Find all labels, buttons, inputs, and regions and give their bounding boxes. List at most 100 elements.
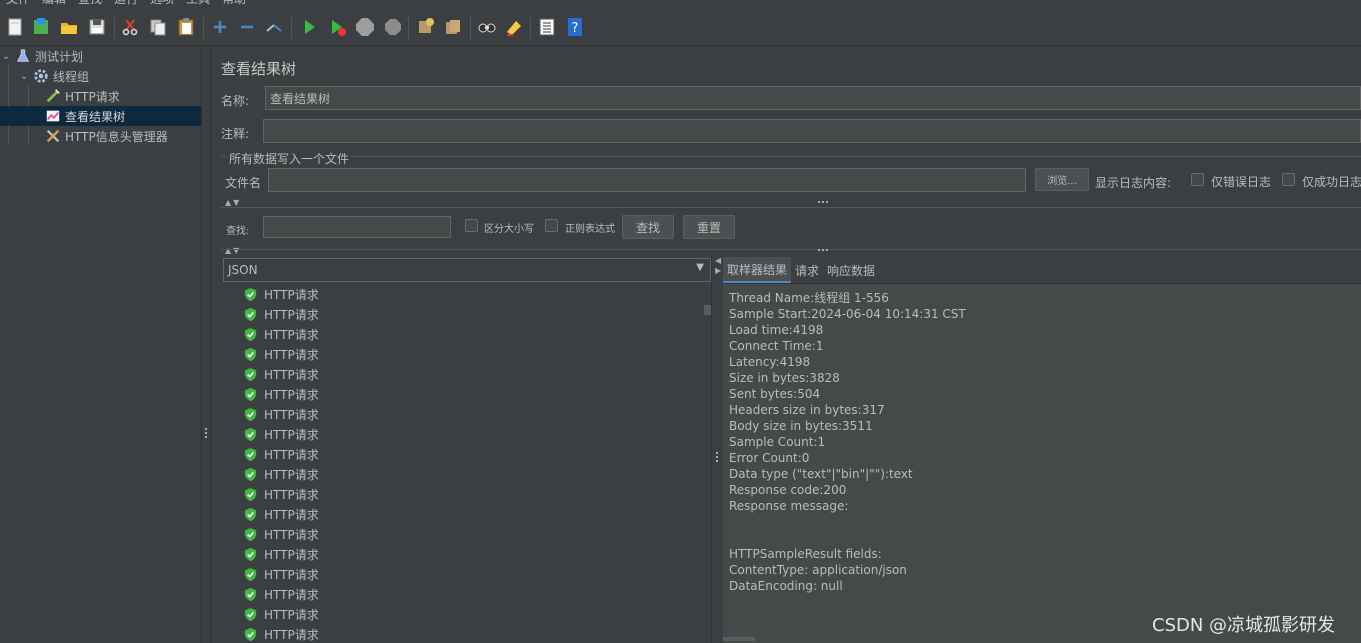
result-item-label: HTTP请求	[264, 427, 319, 442]
tree-node-view-results-tree[interactable]: 查看结果树	[0, 106, 201, 126]
search-icon[interactable]	[476, 16, 498, 38]
detail-line: Body size in bytes:3511	[729, 419, 873, 433]
detail-line: Sample Start:2024-06-04 10:14:31 CST	[729, 307, 966, 321]
success-shield-icon	[244, 587, 257, 601]
case-sensitive-label: 区分大小写	[484, 224, 534, 235]
result-item-label: HTTP请求	[264, 607, 319, 622]
collapse-arrows-icon[interactable]: ▲▼	[225, 246, 241, 255]
start-no-pause-icon[interactable]	[326, 16, 348, 38]
detail-line: Sent bytes:504	[729, 387, 821, 401]
cut-icon[interactable]	[119, 16, 141, 38]
detail-line: Thread Name:线程组 1-556	[729, 291, 889, 305]
detail-scrollbar-thumb[interactable]	[723, 637, 755, 641]
find-button[interactable]: 查找	[622, 215, 674, 239]
result-item[interactable]: HTTP请求	[243, 584, 319, 604]
arrow-left-icon[interactable]: ◀	[715, 256, 721, 265]
tree-node-test-plan[interactable]: ⌄ 测试计划	[2, 46, 83, 66]
browse-button[interactable]: 浏览...	[1035, 168, 1089, 191]
menu-edit[interactable]: 编辑	[36, 0, 72, 8]
filename-field[interactable]	[268, 168, 1026, 192]
collapse-arrows-icon[interactable]: ▲▼	[225, 198, 241, 207]
result-item[interactable]: HTTP请求	[243, 424, 319, 444]
result-item[interactable]: HTTP请求	[243, 524, 319, 544]
result-item[interactable]: HTTP请求	[243, 464, 319, 484]
menu-tools[interactable]: 工具	[180, 0, 216, 8]
result-item[interactable]: HTTP请求	[243, 284, 319, 304]
flask-icon	[14, 47, 32, 65]
case-sensitive-checkbox[interactable]	[465, 219, 478, 232]
arrow-right-icon[interactable]: ▶	[715, 266, 721, 275]
result-item[interactable]: HTTP请求	[243, 544, 319, 564]
tab-sampler-result[interactable]: 取样器结果	[723, 257, 792, 283]
success-shield-icon	[244, 307, 257, 321]
file-section-label: 所有数据写入一个文件	[227, 150, 352, 167]
stop-icon[interactable]	[354, 16, 376, 38]
tree-node-header-manager[interactable]: HTTP信息头管理器	[44, 126, 168, 146]
success-shield-icon	[244, 507, 257, 521]
tab-response-data[interactable]: 响应数据	[823, 257, 879, 283]
chevron-down-icon[interactable]: ⌄	[20, 71, 32, 82]
reset-search-icon[interactable]	[503, 16, 525, 38]
result-item[interactable]: HTTP请求	[243, 324, 319, 344]
clear-icon[interactable]	[414, 16, 436, 38]
collapse-icon[interactable]	[236, 16, 258, 38]
results-splitter[interactable]: ◀ ▶	[711, 256, 723, 643]
paste-icon[interactable]	[175, 16, 197, 38]
gear-icon	[32, 67, 50, 85]
new-icon[interactable]	[4, 16, 26, 38]
tab-request[interactable]: 请求	[791, 257, 823, 283]
detail-line: Connect Time:1	[729, 339, 824, 353]
shutdown-icon[interactable]	[382, 16, 404, 38]
result-item-label: HTTP请求	[264, 567, 319, 582]
detail-line: Headers size in bytes:317	[729, 403, 885, 417]
menu-options[interactable]: 选项	[144, 0, 180, 8]
result-item[interactable]: HTTP请求	[243, 364, 319, 384]
help-icon[interactable]: ?	[564, 16, 586, 38]
result-item[interactable]: HTTP请求	[243, 624, 319, 643]
comment-field[interactable]	[263, 119, 1361, 143]
clear-all-icon[interactable]	[442, 16, 464, 38]
errors-only-checkbox[interactable]	[1191, 173, 1204, 186]
result-item[interactable]: HTTP请求	[243, 444, 319, 464]
result-item[interactable]: HTTP请求	[243, 384, 319, 404]
result-item[interactable]: HTTP请求	[243, 344, 319, 364]
result-item[interactable]: HTTP请求	[243, 504, 319, 524]
expand-icon[interactable]	[209, 16, 231, 38]
name-field[interactable]: 查看结果树	[265, 86, 1361, 110]
success-shield-icon	[244, 387, 257, 401]
success-shield-icon	[244, 627, 257, 641]
copy-icon[interactable]	[147, 16, 169, 38]
result-item[interactable]: HTTP请求	[243, 484, 319, 504]
success-only-checkbox[interactable]	[1282, 173, 1295, 186]
pipette-icon	[44, 87, 62, 105]
page-title: 查看结果树	[221, 60, 297, 78]
sampler-result-text[interactable]: Thread Name:线程组 1-556 Sample Start:2024-0…	[723, 283, 1361, 643]
start-icon[interactable]	[298, 16, 320, 38]
templates-icon[interactable]	[30, 16, 52, 38]
chevron-down-icon[interactable]: ⌄	[2, 51, 14, 62]
menu-search[interactable]: 查找	[72, 0, 108, 8]
result-item-label: HTTP请求	[264, 347, 319, 362]
result-item[interactable]: HTTP请求	[243, 604, 319, 624]
log-content-label: 显示日志内容:	[1095, 176, 1172, 190]
regex-checkbox[interactable]	[545, 219, 558, 232]
reset-button[interactable]: 重置	[683, 215, 735, 239]
result-item[interactable]: HTTP请求	[243, 304, 319, 324]
renderer-select[interactable]: JSON ▼	[223, 258, 711, 282]
tree-node-thread-group[interactable]: ⌄ 线程组	[20, 66, 89, 86]
open-icon[interactable]	[58, 16, 80, 38]
toggle-icon[interactable]	[263, 16, 285, 38]
detail-line: Load time:4198	[729, 323, 824, 337]
search-field[interactable]	[263, 216, 451, 238]
toolbar: ?	[0, 8, 1361, 46]
save-icon[interactable]	[86, 16, 108, 38]
tree-node-http-request[interactable]: HTTP请求	[44, 86, 120, 106]
list-scrollbar-thumb[interactable]	[704, 305, 711, 315]
result-item[interactable]: HTTP请求	[243, 404, 319, 424]
result-item[interactable]: HTTP请求	[243, 564, 319, 584]
menu-run[interactable]: 运行	[108, 0, 144, 8]
menu-file[interactable]: 文件	[0, 0, 36, 8]
function-helper-icon[interactable]	[536, 16, 558, 38]
menu-help[interactable]: 帮助	[216, 0, 252, 8]
tree-splitter[interactable]	[201, 46, 211, 643]
